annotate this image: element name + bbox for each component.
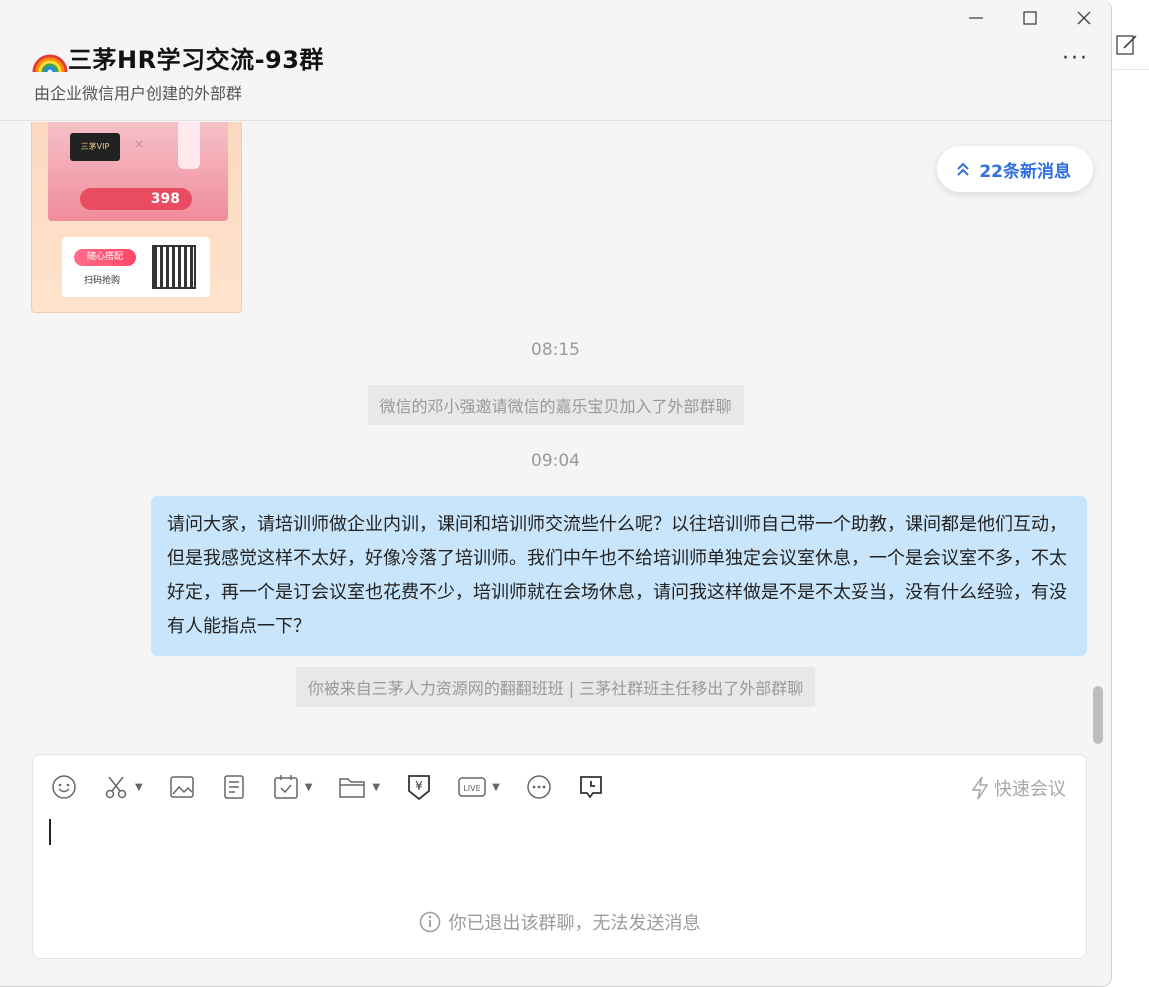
document-button[interactable] [221,773,247,801]
plus-sign: × [134,137,145,151]
system-message: 微信的邓小强邀请微信的嘉乐宝贝加入了外部群聊 [367,385,744,425]
chat-subtitle: 由企业微信用户创建的外部群 [34,84,243,103]
quick-meeting-label: 快速会议 [994,779,1066,800]
new-messages-label: 22条新消息 [979,161,1071,182]
info-icon [419,911,440,933]
svg-text:LIVE: LIVE [463,784,480,793]
exited-notice: 你已退出该群聊，无法发送消息 [33,909,1086,935]
live-button[interactable]: LIVE ▼ [458,773,500,801]
scissors-icon [105,776,127,799]
chat-title[interactable]: 三茅HR学习交流-93群 [68,40,324,75]
chevron-down-icon: ▼ [135,781,143,793]
calendar-check-icon [273,775,298,799]
more-tools-button[interactable] [526,773,552,801]
poster-banner: 三茅VIP × 398 [48,122,228,221]
image-icon [169,776,194,798]
timestamp: 09:04 [531,451,580,471]
system-message: 你被来自三茅人力资源网的翻翻班班 | 三茅社群班主任移出了外部群聊 [295,667,816,707]
chevron-down-icon: ▼ [492,781,500,793]
image-button[interactable] [169,773,195,801]
live-icon: LIVE [458,777,486,797]
price-tag: 398 [80,188,192,210]
rainbow-icon [32,54,68,72]
timestamp: 08:15 [531,340,580,360]
exited-notice-text: 你已退出该群聊，无法发送消息 [448,913,701,934]
text-cursor [49,819,51,845]
file-button[interactable]: ▼ [338,773,380,801]
message-bubble[interactable]: 请问大家，请培训师做企业内训，课间和培训师交流些什么呢？以往培训师自己带一个助教… [151,496,1087,656]
screenshot-button[interactable]: ▼ [103,773,143,801]
message-list[interactable]: 三茅VIP × 398 随心搭配 扫码抢购 22条新消息 08:15 微信的邓小… [0,122,1111,747]
edit-icon[interactable] [1115,32,1141,58]
poster-scan-label: 扫码抢购 [84,276,121,286]
poster-footer: 随心搭配 扫码抢购 [62,237,210,297]
emoji-button[interactable] [51,773,77,801]
background-window [1113,0,1149,70]
more-options-button[interactable]: ··· [1062,46,1089,71]
chat-header: 三茅HR学习交流-93群 由企业微信用户创建的外部群 ··· [0,0,1111,121]
chat-history-button[interactable] [578,773,604,801]
red-packet-button[interactable]: ¥ [406,773,432,801]
folder-icon [339,778,366,798]
vip-card: 三茅VIP [70,133,120,161]
red-packet-icon: ¥ [408,775,431,801]
lightning-icon [971,776,989,800]
chat-window: 三茅HR学习交流-93群 由企业微信用户创建的外部群 ··· 三茅VIP × 3… [0,0,1112,987]
scrollbar[interactable] [1093,686,1103,744]
quick-meeting-button[interactable]: 快速会议 [970,775,1066,801]
emoji-icon [52,775,76,799]
message-composer[interactable]: ▼ ▼ ▼ ¥ LIVE ▼ 快速会议 你已退出该群聊，无法发送消息 [32,754,1087,959]
double-chevron-up-icon [957,162,970,176]
chat-history-icon [579,776,602,799]
new-messages-button[interactable]: 22条新消息 [937,146,1093,192]
composer-toolbar: ▼ ▼ ▼ ¥ LIVE ▼ [51,773,630,801]
svg-text:¥: ¥ [415,779,423,793]
schedule-button[interactable]: ▼ [273,773,313,801]
more-circle-icon [527,775,551,799]
chevron-down-icon: ▼ [372,781,381,793]
document-icon [223,775,244,799]
chevron-down-icon: ▼ [304,781,313,793]
image-message[interactable]: 三茅VIP × 398 随心搭配 扫码抢购 [31,122,242,313]
toothbrush-image [178,122,200,169]
qr-code [152,245,196,289]
poster-buy-label: 随心搭配 [74,249,136,266]
title-row: 三茅HR学习交流-93群 [32,40,324,75]
